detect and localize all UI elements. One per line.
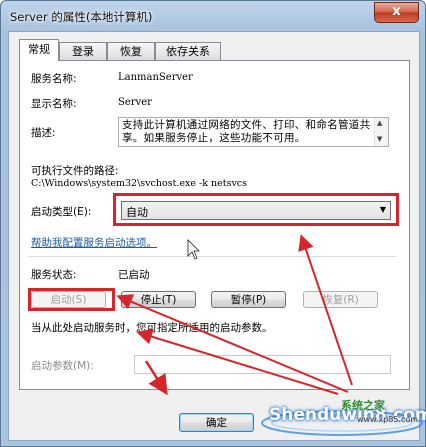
separator — [28, 256, 397, 257]
exe-path-label: 可执行文件的路径: — [31, 165, 119, 177]
display-name-label: 显示名称: — [31, 98, 77, 110]
title-bar[interactable]: Server 的属性(本地计算机) x — [1, 1, 425, 31]
service-properties-window: Server 的属性(本地计算机) x 常规 登录 恢复 依存关系 服务名称: … — [0, 0, 426, 447]
window-title: Server 的属性(本地计算机) — [10, 10, 153, 24]
description-box[interactable]: 支持此计算机通过网络的文件、打印、和命名管道共享。如果服务停止，这些功能不可用。… — [118, 117, 389, 147]
watermark-url: www.xp85.com — [357, 415, 419, 424]
ok-button[interactable]: 确定 — [179, 413, 254, 432]
description-text: 支持此计算机通过网络的文件、打印、和命名管道共享。如果服务停止，这些功能不可用。 — [122, 119, 371, 144]
stop-button[interactable]: 停止(T) — [121, 291, 196, 308]
close-button[interactable]: x — [374, 2, 419, 23]
startup-type-label: 启动类型(E): — [31, 206, 92, 218]
annotation-highlight-startup-type — [113, 193, 399, 226]
general-panel: 服务名称: LanmanServer 显示名称: Server 描述: 支持此计… — [19, 60, 410, 390]
service-status-label: 服务状态: — [31, 269, 77, 281]
resume-button[interactable]: 恢复(R) — [303, 291, 378, 308]
tab-logon[interactable]: 登录 — [59, 42, 107, 60]
scroll-up-icon[interactable]: ▲ — [377, 119, 382, 127]
annotation-highlight-start — [28, 288, 115, 311]
tab-dependencies[interactable]: 依存关系 — [155, 42, 221, 60]
dialog-client-area: 常规 登录 恢复 依存关系 服务名称: LanmanServer 显示名称: S… — [8, 31, 420, 441]
start-params-label: 启动参数(M): — [31, 360, 94, 372]
service-name-label: 服务名称: — [31, 73, 77, 85]
description-label: 描述: — [31, 127, 56, 139]
start-params-input[interactable] — [134, 355, 391, 374]
watermark-cn: 系统之家 — [341, 399, 385, 412]
help-configure-link[interactable]: 帮助我配置服务启动选项。 — [31, 235, 157, 250]
tab-recovery[interactable]: 恢复 — [107, 42, 155, 60]
tab-general[interactable]: 常规 — [19, 39, 59, 61]
description-scrollbar[interactable]: ▲ ▼ — [374, 118, 388, 146]
pause-button[interactable]: 暂停(P) — [211, 291, 286, 308]
service-status-value: 已启动 — [118, 269, 150, 281]
display-name-value: Server — [118, 97, 152, 108]
service-name-value: LanmanServer — [118, 72, 193, 83]
scroll-down-icon[interactable]: ▼ — [377, 135, 382, 143]
start-params-hint: 当从此处启动服务时，您可指定所适用的启动参数。 — [31, 322, 273, 334]
exe-path-value: C:\Windows\system32\svchost.exe -k netsv… — [31, 178, 248, 189]
watermark: Shenduwin8.com 系统之家 www.xp85.com — [247, 393, 426, 445]
